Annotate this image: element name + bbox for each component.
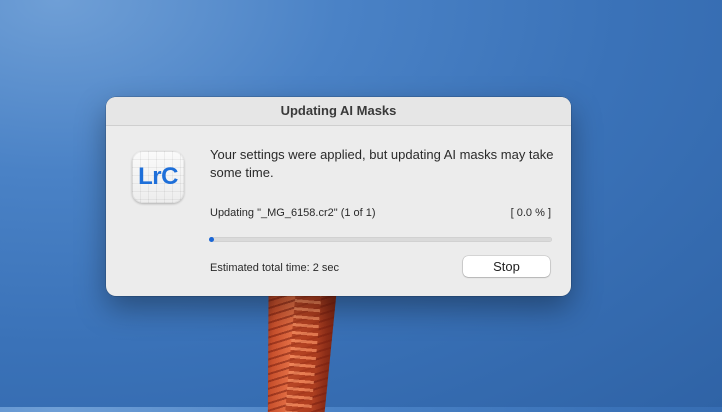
progress-status-text: Updating "_MG_6158.cr2" (1 of 1) <box>210 207 376 219</box>
progress-bar <box>209 237 552 242</box>
dialog-message: Your settings were applied, but updating… <box>210 147 554 180</box>
lightroom-classic-app-icon: LrC <box>132 151 184 203</box>
progress-percent: [ 0.0 % ] <box>510 207 551 219</box>
desktop-background-tower <box>262 282 344 412</box>
dialog-title: Updating AI Masks <box>106 97 571 126</box>
estimated-time-text: Estimated total time: 2 sec <box>210 262 339 274</box>
updating-ai-masks-dialog: Updating AI Masks LrC Your settings were… <box>106 97 571 296</box>
app-icon-label: LrC <box>138 163 178 190</box>
stop-button[interactable]: Stop <box>463 256 550 277</box>
progress-bar-fill <box>209 237 214 242</box>
